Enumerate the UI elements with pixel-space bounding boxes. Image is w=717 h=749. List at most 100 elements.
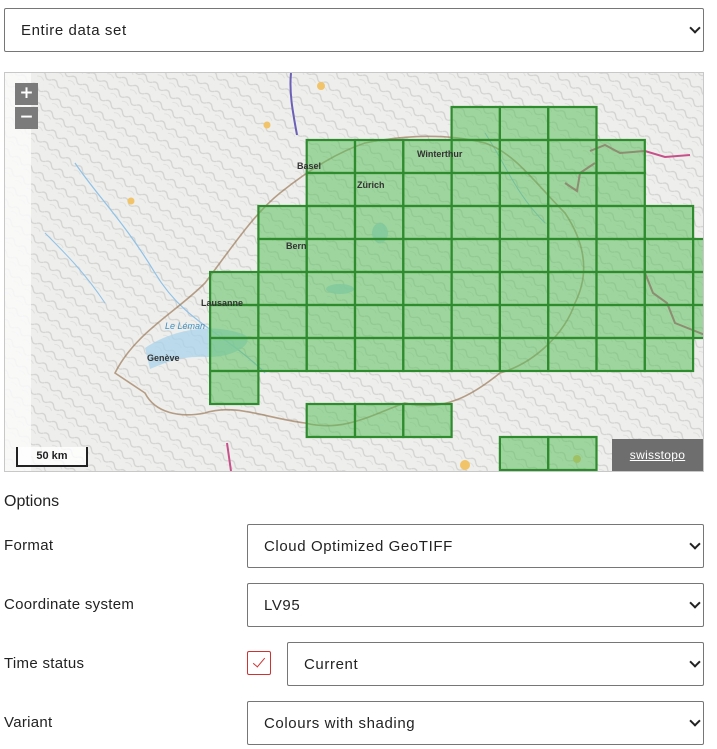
map-tile[interactable] (402, 237, 453, 274)
map-tile[interactable] (547, 435, 598, 471)
map-tile[interactable] (402, 171, 453, 208)
map-tile[interactable] (547, 336, 598, 373)
map-tile[interactable] (305, 402, 357, 439)
map-tile[interactable] (595, 237, 646, 274)
map-tile[interactable] (498, 138, 550, 175)
map-tile[interactable] (209, 303, 260, 340)
scale-bar: 50 km (16, 447, 88, 467)
time-status-label: Time status (4, 655, 85, 672)
map-tile[interactable] (643, 270, 695, 307)
map-left-margin (5, 73, 31, 471)
chevron-down-icon (691, 658, 699, 666)
map-tile[interactable] (353, 402, 405, 439)
variant-select-value: Colours with shading (264, 714, 416, 732)
map-tile[interactable] (305, 237, 357, 274)
map-tile[interactable] (595, 138, 646, 175)
city-label: Lausanne (201, 298, 243, 308)
map-tile[interactable] (402, 336, 453, 373)
map-tile[interactable] (691, 303, 704, 340)
map-viewer[interactable]: Basel Winterthur Zürich Bern Lausanne Ge… (4, 72, 704, 472)
coordinate-system-label: Coordinate system (4, 596, 135, 613)
map-canvas[interactable]: Basel Winterthur Zürich Bern Lausanne Ge… (5, 73, 704, 472)
time-status-select-value: Current (304, 655, 359, 673)
city-label: Winterthur (417, 149, 463, 159)
map-tile[interactable] (547, 237, 598, 274)
map-tile[interactable] (353, 303, 405, 340)
map-tile[interactable] (353, 204, 405, 241)
map-tile[interactable] (498, 270, 550, 307)
map-tile[interactable] (498, 105, 550, 142)
map-tile[interactable] (691, 270, 704, 307)
coordinate-system-select-value: LV95 (264, 596, 301, 614)
map-tile[interactable] (305, 171, 357, 208)
map-tile[interactable] (547, 138, 598, 175)
map-tile[interactable] (547, 105, 598, 142)
map-tile[interactable] (450, 105, 502, 142)
map-tile[interactable] (402, 303, 453, 340)
map-tile[interactable] (595, 171, 646, 208)
map-tile[interactable] (498, 171, 550, 208)
attribution-link[interactable]: swisstopo (612, 439, 703, 471)
format-select[interactable]: Cloud Optimized GeoTIFF (247, 524, 704, 568)
town-marker (263, 121, 271, 129)
map-tile[interactable] (450, 336, 502, 373)
map-tile[interactable] (305, 303, 357, 340)
map-tile[interactable] (595, 303, 646, 340)
map-tile[interactable] (450, 237, 502, 274)
coordinate-system-select[interactable]: LV95 (247, 583, 704, 627)
map-tile[interactable] (257, 204, 308, 241)
map-tile[interactable] (498, 204, 550, 241)
map-tile[interactable] (305, 204, 357, 241)
map-tile[interactable] (209, 336, 260, 373)
map-tile[interactable] (450, 204, 502, 241)
map-tile[interactable] (498, 237, 550, 274)
map-tile[interactable] (402, 204, 453, 241)
map-tile[interactable] (353, 138, 405, 175)
map-tile[interactable] (209, 369, 260, 406)
time-status-checkbox[interactable] (247, 651, 271, 675)
lake-label: Le Léman (165, 321, 205, 331)
map-tile[interactable] (595, 336, 646, 373)
checkmark-icon (252, 654, 266, 668)
map-tile[interactable] (353, 336, 405, 373)
map-tile[interactable] (547, 303, 598, 340)
map-tile[interactable] (547, 171, 598, 208)
map-tile[interactable] (450, 270, 502, 307)
chevron-down-icon (691, 24, 699, 32)
map-tile[interactable] (595, 270, 646, 307)
map-tile[interactable] (643, 303, 695, 340)
zoom-out-button[interactable]: − (15, 107, 38, 129)
map-tile[interactable] (643, 336, 695, 373)
variant-select[interactable]: Colours with shading (247, 701, 704, 745)
map-tile[interactable] (498, 435, 550, 471)
map-tile[interactable] (257, 336, 308, 373)
map-tile[interactable] (305, 336, 357, 373)
map-tile[interactable] (257, 303, 308, 340)
map-tile[interactable] (547, 270, 598, 307)
map-tile[interactable] (595, 204, 646, 241)
map-tile[interactable] (547, 204, 598, 241)
time-status-select[interactable]: Current (287, 642, 704, 686)
map-tile[interactable] (643, 204, 695, 241)
map-tile[interactable] (305, 270, 357, 307)
chevron-down-icon (691, 599, 699, 607)
map-tile[interactable] (402, 270, 453, 307)
map-tile[interactable] (643, 237, 695, 274)
format-select-value: Cloud Optimized GeoTIFF (264, 537, 453, 555)
chevron-down-icon (691, 540, 699, 548)
town-marker (127, 197, 135, 205)
extent-select-value: Entire data set (21, 21, 127, 39)
town-marker (317, 82, 325, 90)
map-tile[interactable] (498, 303, 550, 340)
map-tile[interactable] (498, 336, 550, 373)
map-tile[interactable] (353, 270, 405, 307)
map-tile[interactable] (257, 270, 308, 307)
map-tile[interactable] (450, 171, 502, 208)
map-tile[interactable] (353, 237, 405, 274)
map-tile[interactable] (450, 303, 502, 340)
zoom-in-button[interactable]: + (15, 83, 38, 105)
map-tile[interactable] (402, 402, 453, 439)
extent-select[interactable]: Entire data set (4, 8, 704, 52)
format-label: Format (4, 537, 54, 554)
map-tile[interactable] (691, 237, 704, 274)
